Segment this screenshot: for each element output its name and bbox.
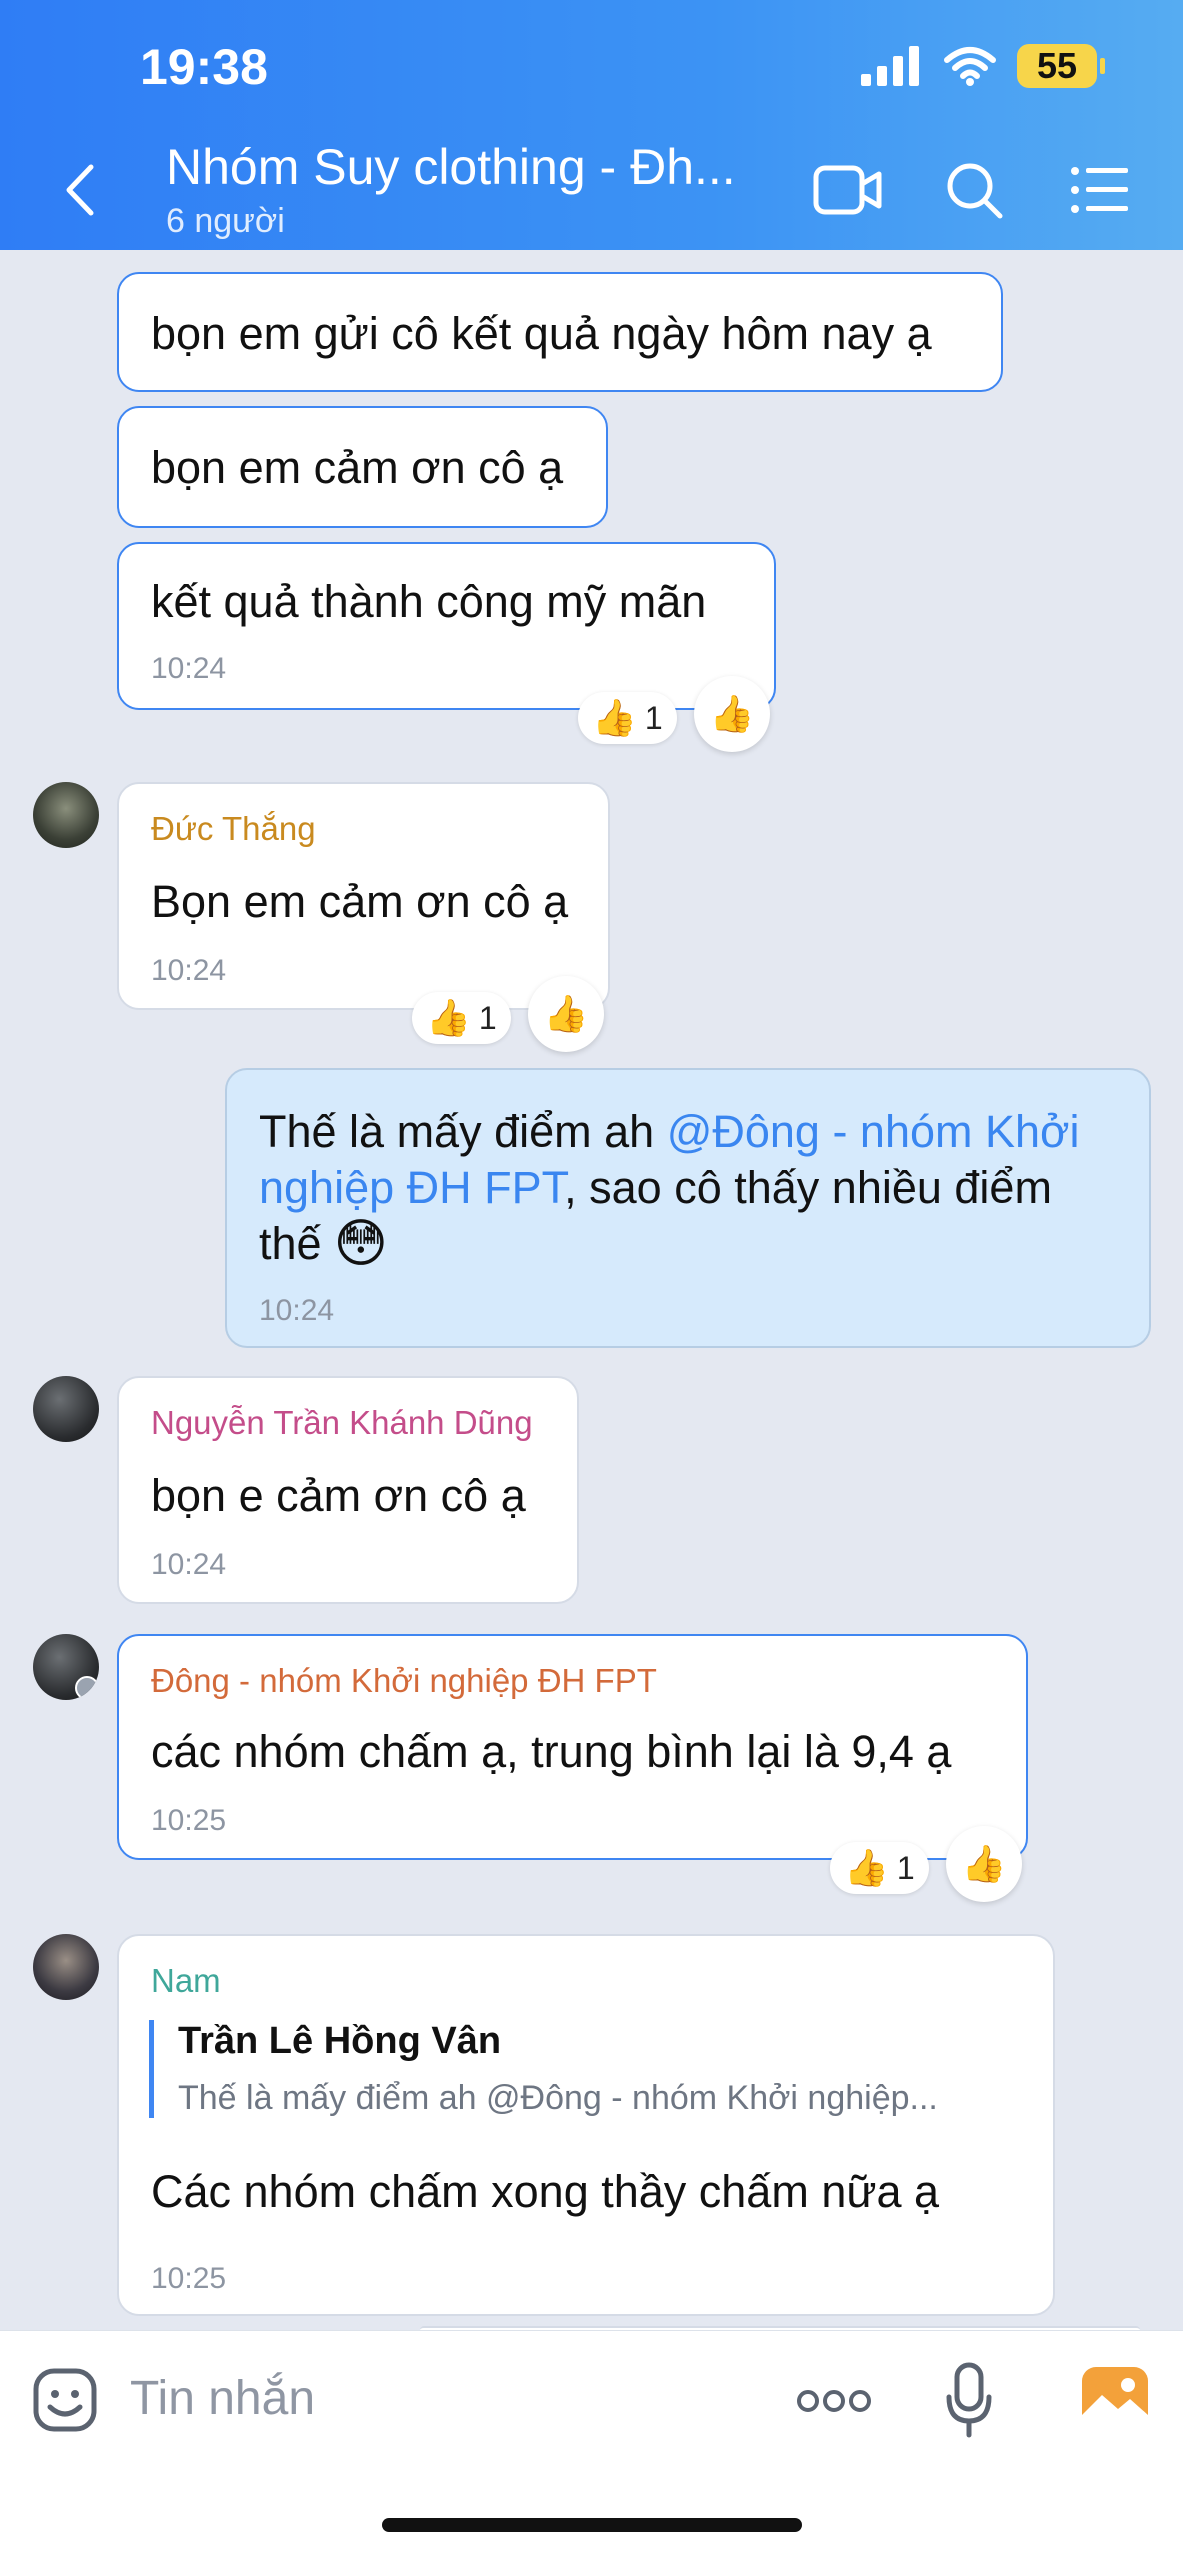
mention-link[interactable]: nghiệp ĐH FPT [259,1162,564,1213]
message-text: bọn e cảm ơn cô ạ [151,1470,526,1521]
battery-indicator: 55 [1017,44,1105,88]
message-time: 10:25 [151,1804,227,1837]
quote-author: Trần Lê Hồng Vân [178,2020,502,2062]
mention-link[interactable]: @Đông - nhóm Khởi [667,1106,1080,1157]
chat-title[interactable]: Nhóm Suy clothing - Đh... [166,138,736,196]
message-text-part: Thế là mấy điểm ah [259,1106,667,1157]
avatar[interactable] [33,1634,99,1700]
search-icon [947,163,1003,219]
search-button[interactable] [934,155,1014,225]
message-bubble[interactable]: Đức Thắng Bọn em cảm ơn cô ạ 10:24 [117,782,610,1010]
message-bubble[interactable]: bọn em gửi cô kết quả ngày hôm nay ạ [117,272,1003,392]
message-text: Các nhóm chấm xong thầy chấm nữa ạ [151,2166,940,2217]
microphone-icon [946,2362,992,2438]
message-time: 10:24 [259,1294,335,1327]
thumbs-up-icon: 👍 [543,993,589,1034]
message-bubble[interactable]: kết quả thành công mỹ mãn 10:24 [117,542,776,710]
sticker-button[interactable] [32,2367,98,2433]
message-bubble[interactable]: Nam Trần Lê Hồng Vân Thế là mấy điểm ah … [117,1934,1055,2316]
message-text: nghiệp ĐH FPT, sao cô thấy nhiều điểm [259,1160,1117,1216]
sender-name[interactable]: Đức Thắng [151,810,316,848]
chevron-left-icon [66,164,94,216]
message-text: các nhóm chấm ạ, trung bình lại là 9,4 ạ [151,1726,952,1777]
quote-text: Thế là mấy điểm ah @Đông - nhóm Khởi ngh… [178,2079,938,2117]
message-text: kết quả thành công mỹ mãn [151,576,707,627]
thumbs-up-icon: 👍 [844,1847,889,1888]
avatar[interactable] [33,782,99,848]
dizzy-face-emoji-icon: 😳 [333,1215,388,1273]
gallery-button[interactable] [1080,2365,1150,2431]
message-bubble[interactable]: Nguyễn Trần Khánh Dũng bọn e cảm ơn cô ạ… [117,1376,579,1604]
image-gallery-icon [1082,2367,1148,2429]
message-bubble[interactable]: Đông - nhóm Khởi nghiệp ĐH FPT các nhóm … [117,1634,1028,1860]
thumbs-up-icon: 👍 [709,693,755,734]
message-text-part: , sao cô thấy nhiều điểm [564,1162,1052,1213]
message-bubble[interactable]: bọn em cảm ơn cô ạ [117,406,608,528]
thumbs-up-icon: 👍 [592,697,637,738]
thumbs-up-icon: 👍 [961,1843,1007,1884]
back-button[interactable] [55,160,105,220]
smiley-sticker-icon [33,2368,97,2432]
message-text: bọn em gửi cô kết quả ngày hôm nay ạ [151,308,932,359]
menu-button[interactable] [1060,155,1140,225]
sender-name[interactable]: Nam [151,1962,221,2000]
message-text: thế 😳 [259,1216,1117,1272]
message-text: bọn em cảm ơn cô ạ [151,442,564,493]
message-time: 10:24 [151,652,227,685]
home-indicator [382,2518,802,2532]
status-time: 19:38 [140,39,268,95]
avatar[interactable] [33,1934,99,2000]
member-count: 6 người [166,202,285,240]
signal-icon [861,46,919,86]
video-camera-icon [813,165,882,215]
list-menu-icon [1071,167,1128,213]
voice-message-button[interactable] [944,2361,994,2441]
reaction-count[interactable]: 👍 1 [578,692,677,744]
message-text-part: thế [259,1218,322,1269]
video-call-button[interactable] [808,155,888,225]
sender-name[interactable]: Đông - nhóm Khởi nghiệp ĐH FPT [151,1662,657,1700]
status-icons: 55 [861,44,1105,88]
react-button[interactable]: 👍 [694,676,770,752]
reaction-count-value: 1 [644,699,663,736]
my-message-bubble[interactable]: Thế là mấy điểm ah @Đông - nhóm Khởi ngh… [225,1068,1151,1348]
thumbs-up-icon: 👍 [426,997,471,1038]
message-text: Thế là mấy điểm ah @Đông - nhóm Khởi [259,1104,1117,1160]
reaction-count-value: 1 [896,1849,915,1886]
chat-header: 19:38 55 Nhóm Suy clothing - Đh... 6 ngư… [0,0,1183,250]
more-options-button[interactable] [796,2381,872,2421]
react-button[interactable]: 👍 [528,976,604,1052]
sender-name[interactable]: Nguyễn Trần Khánh Dũng [151,1404,533,1442]
avatar[interactable] [33,1376,99,1442]
reaction-count-value: 1 [478,999,497,1036]
message-text: Bọn em cảm ơn cô ạ [151,876,569,927]
quoted-message[interactable]: Trần Lê Hồng Vân Thế là mấy điểm ah @Đôn… [149,2020,938,2118]
message-time: 10:24 [151,954,227,987]
message-time: 10:25 [151,2262,227,2295]
wifi-icon [944,47,996,86]
reaction-count[interactable]: 👍 1 [412,992,511,1044]
message-input[interactable]: Tin nhắn [130,2371,315,2426]
key-badge-icon [75,1676,99,1700]
react-button[interactable]: 👍 [946,1826,1022,1902]
more-dots-icon [797,2390,871,2412]
reaction-count[interactable]: 👍 1 [830,1842,929,1894]
message-time: 10:24 [151,1548,227,1581]
